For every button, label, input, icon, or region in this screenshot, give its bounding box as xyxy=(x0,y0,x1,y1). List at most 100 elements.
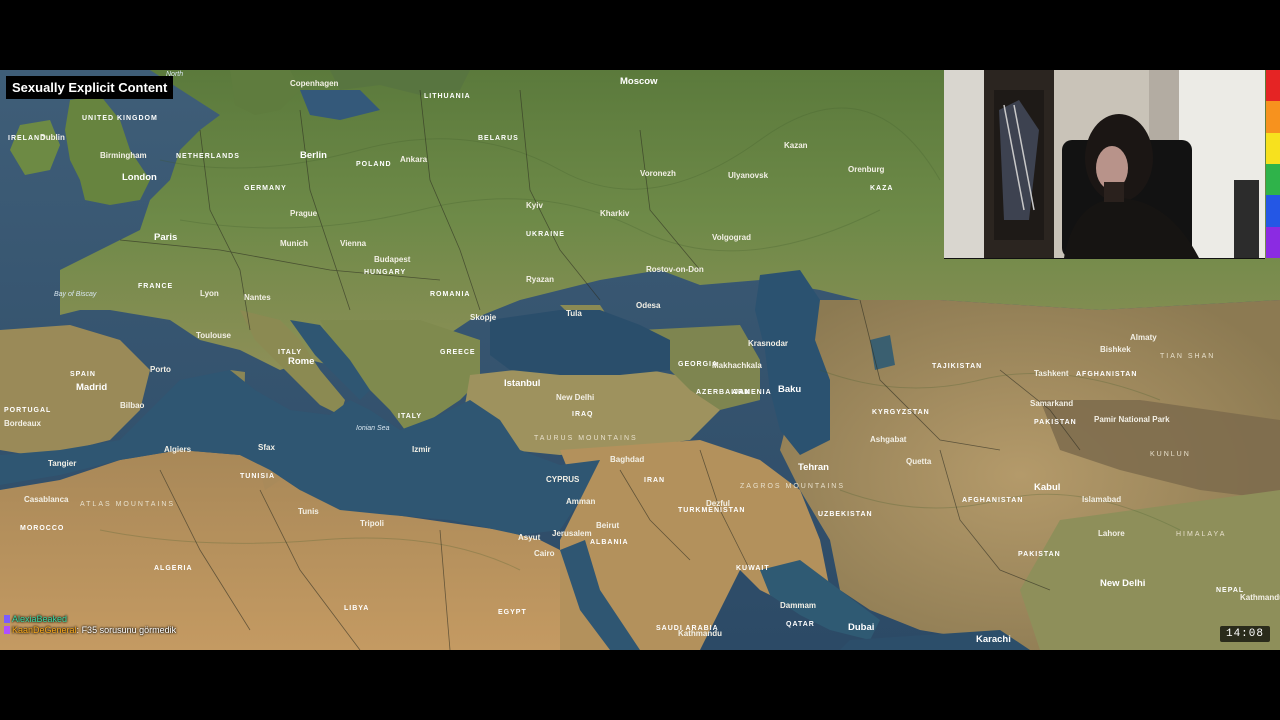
sea-biscay: Bay of Biscay xyxy=(54,291,97,298)
city-voronezh: Voronezh xyxy=(640,169,676,178)
city-london: London xyxy=(122,172,157,183)
flag-yellow xyxy=(1266,132,1280,164)
city-tbilisi: Makhachkala xyxy=(712,361,762,370)
range-atlas: ATLAS MOUNTAINS xyxy=(80,501,175,508)
city-new-delhi: New Delhi xyxy=(1100,578,1145,589)
country-germany: GERMANY xyxy=(244,185,287,192)
city-lyon: Lyon xyxy=(200,289,219,298)
country-romania: ROMANIA xyxy=(430,291,470,298)
country-poland: POLAND xyxy=(356,161,392,168)
city-samarkand: Samarkand xyxy=(1030,399,1073,408)
country-afghanistan: AFGHANISTAN xyxy=(962,497,1023,504)
chat-message: AlexiaBeaked xyxy=(4,614,176,625)
city-dublin: Dublin xyxy=(40,133,65,142)
flag-purple xyxy=(1266,226,1280,258)
country-pakistan: PAKISTAN xyxy=(1018,551,1061,558)
content-warning-label: Sexually Explicit Content xyxy=(6,76,174,99)
country-turkmenistan: KYRGYZSTAN xyxy=(872,409,930,416)
country-tajikistan: PAKISTAN xyxy=(1034,419,1077,426)
chat-message: KaanDeGeneral: F35 sorusunu görmedik xyxy=(4,625,176,636)
country-netherlands: NETHERLANDS xyxy=(176,153,240,160)
range-tianshan: TIAN SHAN xyxy=(1160,353,1215,360)
country-algeria: ALGERIA xyxy=(154,565,193,572)
city-krasnodar: Odesa xyxy=(636,301,661,310)
city-marseille: Toulouse xyxy=(196,331,232,340)
city-ashgabat: Ashgabat xyxy=(870,435,907,444)
country-italy: ITALY xyxy=(278,349,302,356)
city-milan: Nantes xyxy=(244,293,271,302)
range-zagros: ZAGROS MOUNTAINS xyxy=(740,483,845,490)
city-kabul: Kabul xyxy=(1034,482,1060,493)
flag-blue xyxy=(1266,195,1280,227)
city-mashhad: Quetta xyxy=(906,457,932,466)
city-ankara: New Delhi xyxy=(556,393,594,402)
country-bulgaria: GREECE xyxy=(440,349,476,356)
chat-username[interactable]: AlexiaBeaked xyxy=(12,614,67,624)
city-dammam: Dammam xyxy=(780,601,816,610)
country-belarus: BELARUS xyxy=(478,135,519,142)
city-cairo: Cairo xyxy=(534,549,555,558)
city-beirut: Amman xyxy=(566,497,595,506)
flag-green xyxy=(1266,163,1280,196)
country-armenia: AZERBAIJAN xyxy=(696,389,751,396)
country-egypt: EGYPT xyxy=(498,609,527,616)
country-cyprus: CYPRUS xyxy=(546,475,580,484)
city-amman: Beirut xyxy=(596,521,619,530)
city-kharkiv: Kharkiv xyxy=(600,209,630,218)
city-kyiv: Kyiv xyxy=(526,201,543,210)
city-athens: Izmir xyxy=(412,445,431,454)
city-prague: Prague xyxy=(290,209,318,218)
country-hungary: HUNGARY xyxy=(364,269,406,276)
city-tangier: Tangier xyxy=(48,459,76,468)
city-odesa: Ryazan xyxy=(526,275,554,284)
city-copenhagen: Copenhagen xyxy=(290,79,339,88)
chat-username[interactable]: KaanDeGeneral xyxy=(12,625,77,635)
webcam-overlay xyxy=(944,70,1265,259)
range-himalaya: HIMALAYA xyxy=(1176,531,1226,538)
city-sevastopol: Tula xyxy=(566,309,582,318)
city-barcelona: Porto xyxy=(150,365,171,374)
city-samara: Kazan xyxy=(784,141,808,150)
subscriber-badge-icon xyxy=(4,626,10,634)
country-portugal: PORTUGAL xyxy=(4,407,51,414)
city-volgograd: Volgograd xyxy=(712,233,751,242)
city-paris: Paris xyxy=(154,232,177,243)
country-saudi: SAUDI ARABIA xyxy=(656,625,719,632)
city-karachi: Karachi xyxy=(976,634,1011,645)
country-turkiye: IRAQ xyxy=(572,411,594,418)
subscriber-badge-icon xyxy=(4,615,10,623)
city-bucharest: Skopje xyxy=(470,313,497,322)
country-lithuania: LITHUANIA xyxy=(424,93,471,100)
city-casablanca: Casablanca xyxy=(24,495,69,504)
city-valencia: Bilbao xyxy=(120,401,145,410)
webcam-feed xyxy=(944,70,1265,258)
country-libya: LIBYA xyxy=(344,605,369,612)
country-kaza: KAZA xyxy=(870,185,893,192)
city-vienna: Vienna xyxy=(340,239,367,248)
city-tunis: Sfax xyxy=(258,443,275,452)
city-budapest: Budapest xyxy=(374,255,411,264)
country-uzbekistan: TAJIKISTAN xyxy=(932,363,982,370)
city-rome: Rome xyxy=(288,356,314,367)
city-saratov: Ulyanovsk xyxy=(728,171,769,180)
city-benghazi: Tripoli xyxy=(360,519,384,528)
range-kunlun: KUNLUN xyxy=(1150,451,1191,458)
country-jordan: ALBANIA xyxy=(590,539,629,546)
city-alexandria: Asyut xyxy=(518,533,541,542)
city-berlin: Berlin xyxy=(300,150,327,161)
city-lahore: Lahore xyxy=(1098,529,1125,538)
city-aleppo: Baghdad xyxy=(610,455,644,464)
country-syria: IRAN xyxy=(644,477,665,484)
city-tashkent: Tashkent xyxy=(1034,369,1069,378)
country-iraq: TURKMENISTAN xyxy=(678,507,745,514)
flag-red xyxy=(1266,70,1280,102)
country-qatar: QATAR xyxy=(786,621,815,628)
city-algiers: Algiers xyxy=(164,445,192,454)
city-almaty: Almaty xyxy=(1130,333,1157,342)
city-tehran: Tehran xyxy=(798,462,829,473)
country-greece: ITALY xyxy=(398,413,422,420)
city-warsaw: Ankara xyxy=(400,155,428,164)
city-kathmandu: Kathmandu xyxy=(1240,593,1280,602)
city-islamabad: Islamabad xyxy=(1082,495,1121,504)
country-kyrgyzstan: AFGHANISTAN xyxy=(1076,371,1137,378)
